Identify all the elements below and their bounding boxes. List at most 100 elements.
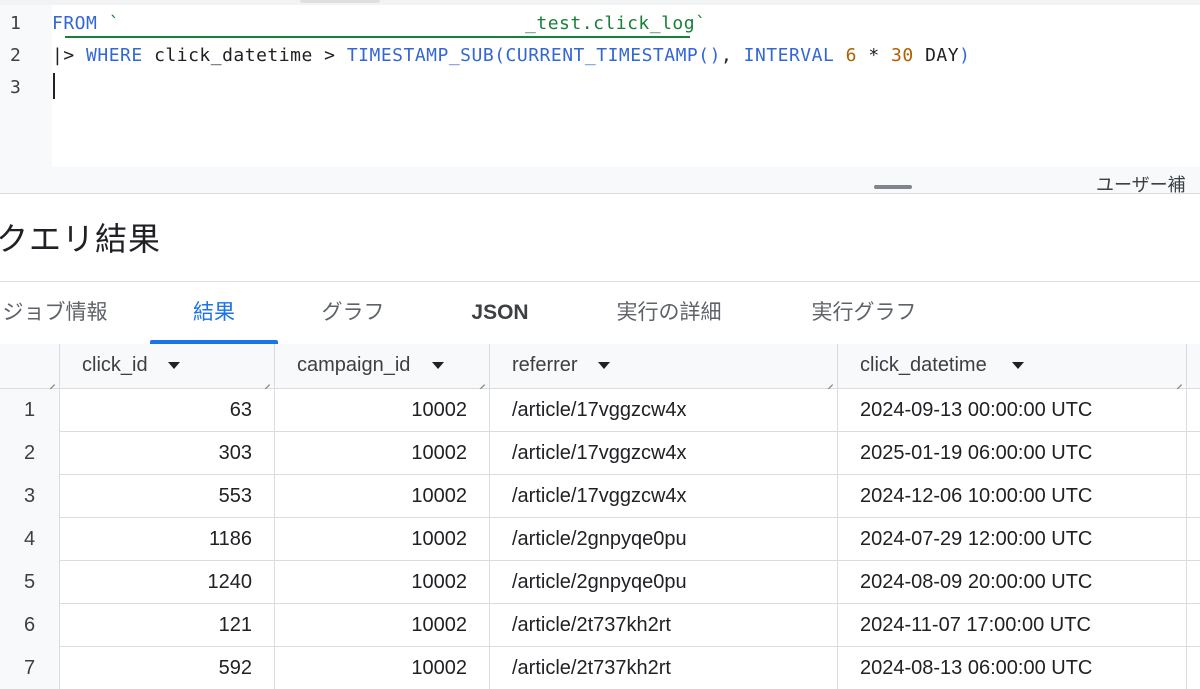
column-header-click-id[interactable]: click_id	[60, 344, 275, 389]
cell-referrer[interactable]: /article/17vggzcw4x	[490, 432, 838, 475]
editor-tab-nub	[300, 0, 380, 3]
table-ref-name: _test.click_log	[525, 13, 696, 34]
row-number: 1	[0, 389, 60, 432]
column-header-referrer[interactable]: referrer	[490, 344, 838, 389]
cell-referrer[interactable]: /article/2gnpyqe0pu	[490, 561, 838, 604]
row-number: 2	[0, 432, 60, 475]
cell-referrer[interactable]: /article/2t737kh2rt	[490, 604, 838, 647]
comma: ,	[720, 45, 733, 66]
cell-campaign-id[interactable]: 10002	[275, 432, 490, 475]
table-row[interactable]: 4 1186 10002 /article/2gnpyqe0pu 2024-07…	[0, 518, 1200, 561]
cell-campaign-id[interactable]: 10002	[275, 647, 490, 689]
cell-click-datetime[interactable]: 2024-11-07 17:00:00 UTC	[838, 604, 1187, 647]
table-row[interactable]: 3 553 10002 /article/17vggzcw4x 2024-12-…	[0, 475, 1200, 518]
cell-campaign-id[interactable]: 10002	[275, 561, 490, 604]
cell-click-id[interactable]: 1186	[60, 518, 275, 561]
line-number: 1	[10, 13, 21, 34]
results-tabs: ジョブ情報 結果 グラフ JSON 実行の詳細 実行グラフ	[0, 282, 1200, 344]
cell-referrer[interactable]: /article/17vggzcw4x	[490, 475, 838, 518]
operator-gt: >	[324, 45, 336, 66]
column-header-label: click_datetime	[860, 354, 987, 376]
tab-results[interactable]: 結果	[150, 282, 278, 344]
column-header-label: click_id	[82, 354, 148, 376]
drag-handle-icon[interactable]	[874, 185, 912, 189]
cell-click-id[interactable]: 553	[60, 475, 275, 518]
table-row[interactable]: 2 303 10002 /article/17vggzcw4x 2025-01-…	[0, 432, 1200, 475]
sort-arrow-icon[interactable]	[168, 362, 180, 369]
cell-click-id[interactable]: 63	[60, 389, 275, 432]
row-number: 6	[0, 604, 60, 647]
operator-mul: *	[868, 45, 880, 66]
tab-execution-details[interactable]: 実行の詳細	[596, 282, 742, 344]
code-line-2[interactable]: |> WHERE click_datetime > TIMESTAMP_SUB(…	[52, 45, 970, 67]
column-ref: click_datetime	[154, 45, 313, 66]
table-ref-open: `	[108, 13, 121, 34]
cell-click-datetime[interactable]: 2024-07-29 12:00:00 UTC	[838, 518, 1187, 561]
cell-click-id[interactable]: 303	[60, 432, 275, 475]
row-number: 3	[0, 475, 60, 518]
cell-click-datetime[interactable]: 2024-08-09 20:00:00 UTC	[838, 561, 1187, 604]
row-index-header	[0, 344, 60, 389]
number-literal: 6	[845, 45, 858, 66]
number-literal: 30	[891, 45, 914, 66]
cell-click-id[interactable]: 1240	[60, 561, 275, 604]
sort-arrow-icon[interactable]	[598, 362, 610, 369]
keyword-where: WHERE	[86, 45, 143, 66]
code-area[interactable]: FROM ` _test.click_log` |> WHERE click_da…	[52, 5, 1200, 167]
sort-arrow-icon[interactable]	[432, 362, 444, 369]
column-resize-icon[interactable]	[474, 374, 485, 385]
user-assist-label[interactable]: ユーザー補	[1096, 171, 1186, 197]
function-current-timestamp: CURRENT_TIMESTAMP()	[505, 45, 721, 66]
pipe-operator: |>	[52, 45, 75, 66]
tab-job-info[interactable]: ジョブ情報	[0, 282, 124, 344]
cell-referrer[interactable]: /article/2gnpyqe0pu	[490, 518, 838, 561]
cell-campaign-id[interactable]: 10002	[275, 389, 490, 432]
row-number: 7	[0, 647, 60, 689]
keyword-interval: INTERVAL	[743, 45, 835, 66]
column-header-label: referrer	[512, 354, 578, 376]
table-header-row: click_id campaign_id referrer click_date…	[0, 344, 1200, 389]
tab-json[interactable]: JSON	[450, 282, 550, 344]
line-number: 2	[10, 45, 21, 66]
table-row[interactable]: 7 592 10002 /article/2t737kh2rt 2024-08-…	[0, 647, 1200, 689]
sort-arrow-icon[interactable]	[1012, 362, 1024, 369]
query-results-title: クエリ結果	[0, 221, 162, 257]
cell-referrer[interactable]: /article/2t737kh2rt	[490, 647, 838, 689]
cell-referrer[interactable]: /article/17vggzcw4x	[490, 389, 838, 432]
column-header-label: campaign_id	[297, 354, 411, 376]
column-resize-icon[interactable]	[822, 374, 833, 385]
row-number: 5	[0, 561, 60, 604]
cell-click-datetime[interactable]: 2024-08-13 06:00:00 UTC	[838, 647, 1187, 689]
cell-campaign-id[interactable]: 10002	[275, 604, 490, 647]
cell-click-datetime[interactable]: 2024-09-13 00:00:00 UTC	[838, 389, 1187, 432]
column-header-campaign-id[interactable]: campaign_id	[275, 344, 490, 389]
table-row[interactable]: 1 63 10002 /article/17vggzcw4x 2024-09-1…	[0, 389, 1200, 432]
table-row[interactable]: 5 1240 10002 /article/2gnpyqe0pu 2024-08…	[0, 561, 1200, 604]
code-line-1[interactable]: FROM ` _test.click_log`	[52, 13, 706, 35]
line-number: 3	[10, 77, 21, 98]
column-resize-icon[interactable]	[259, 374, 270, 385]
row-number: 4	[0, 518, 60, 561]
cell-campaign-id[interactable]: 10002	[275, 475, 490, 518]
sql-editor[interactable]: 1 2 3 FROM ` _test.click_log` |> WHERE cl…	[0, 0, 1200, 197]
keyword-day: DAY	[925, 45, 960, 66]
column-resize-icon[interactable]	[44, 374, 55, 385]
column-resize-icon[interactable]	[1171, 374, 1182, 385]
close-paren: )	[959, 45, 971, 66]
text-cursor	[53, 73, 55, 99]
cell-click-id[interactable]: 592	[60, 647, 275, 689]
cell-campaign-id[interactable]: 10002	[275, 518, 490, 561]
tab-execution-graph[interactable]: 実行グラフ	[794, 282, 934, 344]
column-header-click-datetime[interactable]: click_datetime	[838, 344, 1187, 389]
table-row[interactable]: 6 121 10002 /article/2t737kh2rt 2024-11-…	[0, 604, 1200, 647]
cell-click-datetime[interactable]: 2025-01-19 06:00:00 UTC	[838, 432, 1187, 475]
function-timestamp-sub: TIMESTAMP_SUB(	[346, 45, 506, 66]
cell-click-id[interactable]: 121	[60, 604, 275, 647]
table-ref-underline	[65, 36, 690, 38]
table-ref-close: `	[695, 13, 707, 34]
editor-footer: ユーザー補	[0, 167, 1200, 197]
tab-chart[interactable]: グラフ	[298, 282, 408, 344]
keyword-from: FROM	[52, 13, 98, 34]
results-table: click_id campaign_id referrer click_date…	[0, 344, 1200, 689]
cell-click-datetime[interactable]: 2024-12-06 10:00:00 UTC	[838, 475, 1187, 518]
